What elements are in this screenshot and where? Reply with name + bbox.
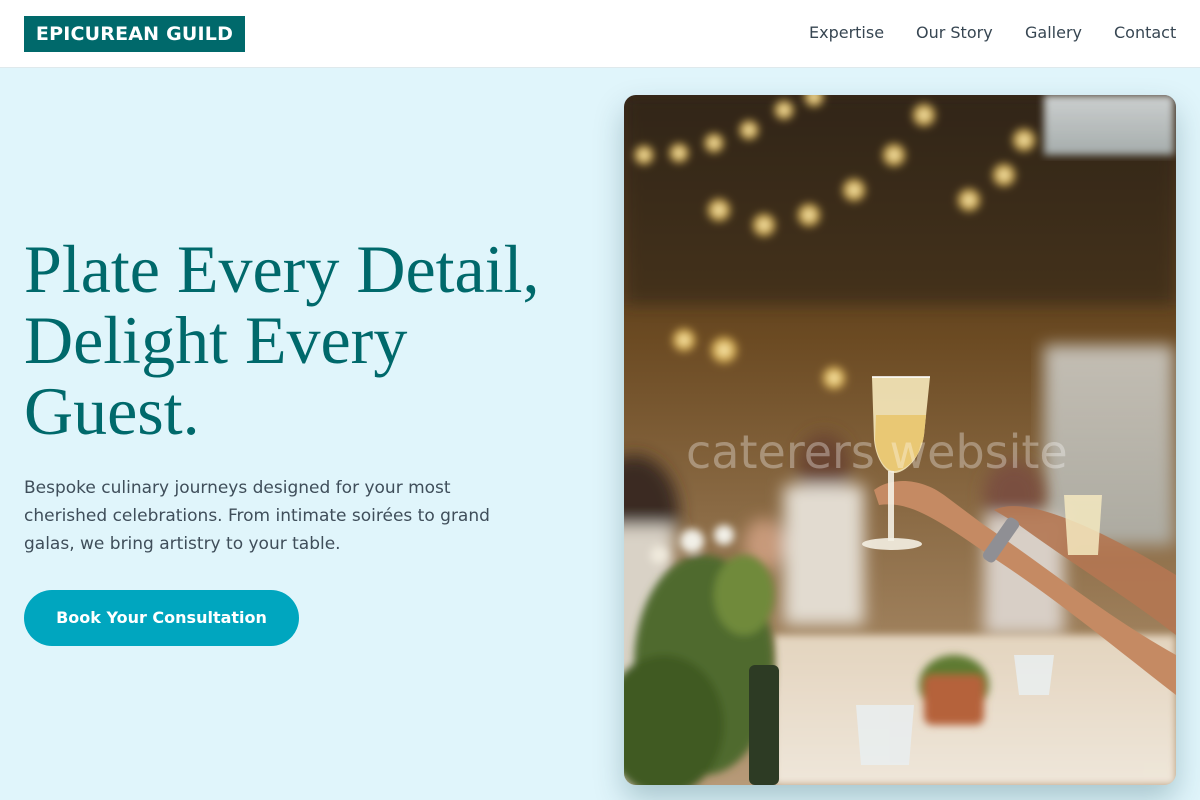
nav-link-our-story[interactable]: Our Story — [916, 22, 993, 44]
nav-link-gallery[interactable]: Gallery — [1025, 22, 1082, 44]
hero-headline-line: Guest. — [24, 373, 200, 449]
hero-headline-line: Plate Every Detail, — [24, 231, 540, 307]
nav-link-expertise[interactable]: Expertise — [809, 22, 884, 44]
brand-logo[interactable]: EPICUREAN GUILD — [24, 16, 245, 52]
hero-subtext: Bespoke culinary journeys designed for y… — [24, 474, 544, 558]
nav-link-contact[interactable]: Contact — [1114, 22, 1176, 44]
hero-subtext-line: Bespoke culinary journeys designed for y… — [24, 478, 451, 498]
hero-headline: Plate Every Detail, Delight Every Guest. — [24, 234, 604, 447]
hero-subtext-line: cherished celebrations. From intimate so… — [24, 506, 490, 526]
site-header: EPICUREAN GUILD Expertise Our Story Gall… — [0, 0, 1200, 68]
hero-subtext-line: galas, we bring artistry to your table. — [24, 534, 341, 554]
hero-headline-line: Delight Every — [24, 302, 408, 378]
image-watermark-text: caterers website — [686, 425, 1068, 479]
book-consultation-button[interactable]: Book Your Consultation — [24, 590, 299, 646]
